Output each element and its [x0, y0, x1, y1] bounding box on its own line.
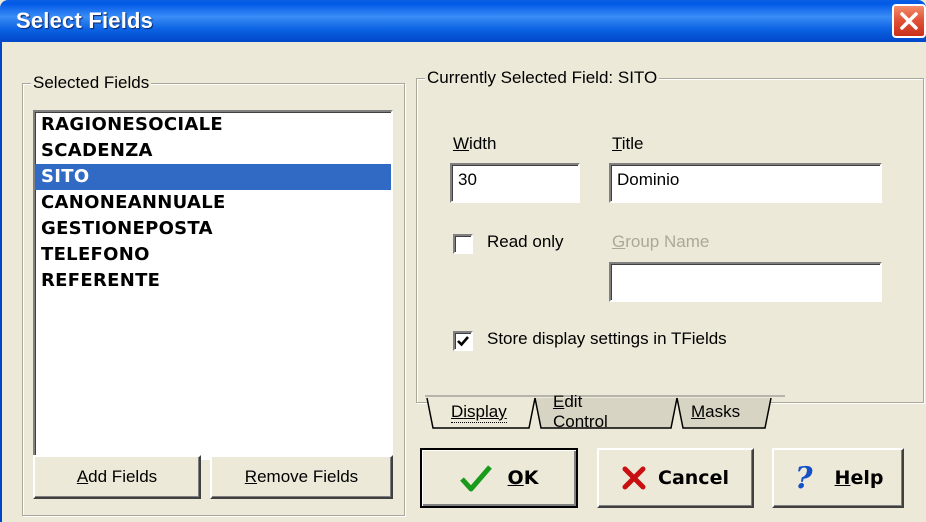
width-label: Width	[453, 134, 497, 153]
help-label: elp	[850, 467, 884, 489]
group-name-label: Group Name	[612, 232, 710, 251]
cancel-x-icon	[622, 466, 646, 490]
list-item-selected[interactable]: SITO	[35, 164, 391, 190]
tab-masks-mnemonic: M	[691, 402, 706, 421]
list-item[interactable]: GESTIONEPOSTA	[35, 216, 391, 242]
remove-fields-button[interactable]: Remove Fields	[210, 455, 393, 499]
tab-display-mnemonic: D	[451, 401, 464, 421]
selected-fields-legend: Selected Fields	[31, 73, 152, 93]
add-fields-label: dd Fields	[88, 467, 158, 486]
group-name-input[interactable]	[609, 262, 882, 302]
title-input[interactable]: Dominio	[609, 163, 882, 203]
ok-mnemonic: O	[507, 467, 524, 489]
tab-masks-label: asks	[705, 402, 741, 421]
list-item[interactable]: CANONEANNUALE	[35, 190, 391, 216]
current-field-legend: Currently Selected Field: SITO	[425, 68, 660, 88]
selected-fields-list[interactable]: RAGIONESOCIALE SCADENZA SITO CANONEANNUA…	[33, 110, 393, 460]
window-title: Select Fields	[16, 8, 154, 33]
title-bar[interactable]: Select Fields	[0, 0, 926, 42]
remove-fields-label: emove Fields	[257, 467, 359, 486]
cancel-button[interactable]: Cancel	[597, 448, 754, 508]
tab-edit-mnemonic: E	[553, 392, 565, 411]
tab-display[interactable]: Display	[451, 394, 507, 430]
tab-display-label: isplay	[463, 401, 507, 421]
store-settings-checkbox[interactable]	[453, 331, 473, 351]
svg-text:?: ?	[795, 463, 813, 493]
width-input[interactable]: 30	[450, 163, 580, 203]
cancel-label: Cancel	[658, 467, 729, 489]
tab-edit-control[interactable]: Edit Control	[553, 392, 608, 431]
close-button[interactable]	[892, 4, 926, 38]
read-only-label: Read only	[487, 232, 564, 251]
help-question-icon: ?	[793, 463, 813, 493]
add-fields-mnemonic: A	[76, 467, 89, 486]
ok-button[interactable]: OK	[420, 448, 578, 508]
title-label: Title	[612, 134, 644, 153]
list-item[interactable]: TELEFONO	[35, 242, 391, 268]
add-fields-button[interactable]: Add Fields	[33, 455, 201, 499]
ok-label: K	[523, 467, 539, 489]
help-mnemonic: H	[834, 467, 851, 489]
tab-masks[interactable]: Masks	[691, 394, 740, 430]
list-item[interactable]: RAGIONESOCIALE	[35, 112, 391, 138]
read-only-checkbox[interactable]	[453, 234, 473, 254]
store-settings-label: Store display settings in TFields	[487, 329, 727, 348]
list-item[interactable]: SCADENZA	[35, 138, 391, 164]
remove-fields-mnemonic: R	[244, 467, 258, 486]
list-item[interactable]: REFERENTE	[35, 268, 391, 294]
checkmark-icon	[459, 464, 492, 492]
help-button[interactable]: ? Help	[772, 448, 904, 508]
